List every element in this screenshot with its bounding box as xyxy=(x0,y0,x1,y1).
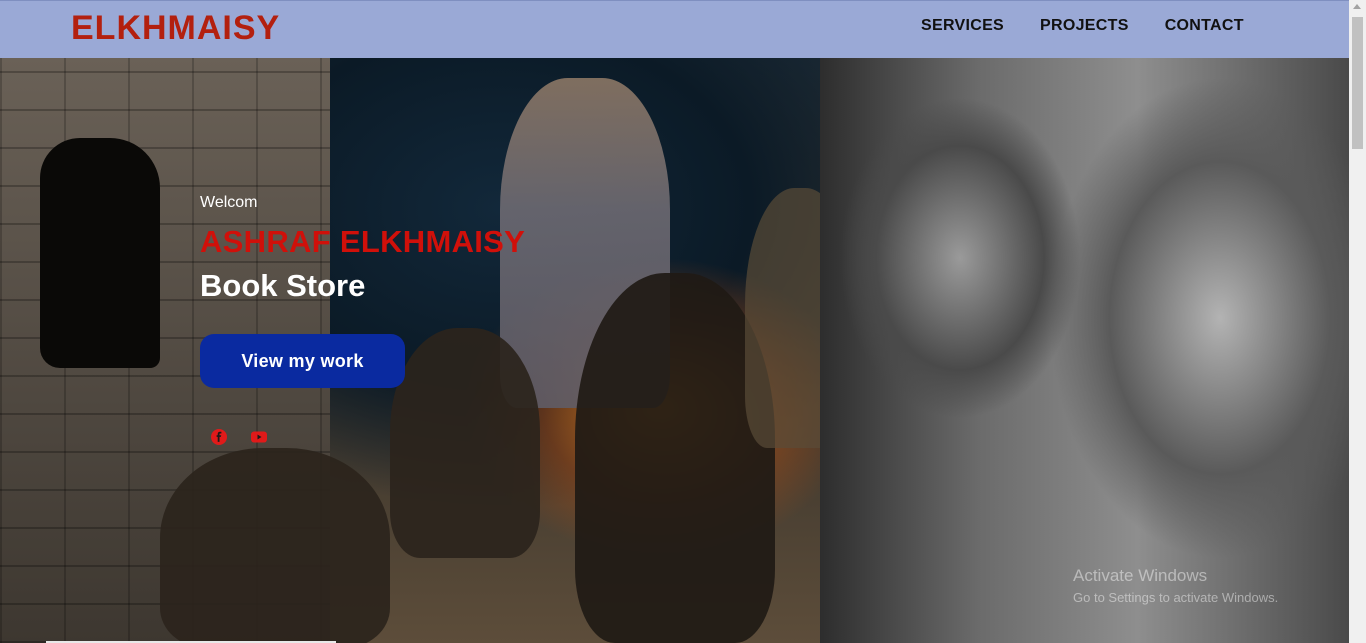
hero-cave-opening xyxy=(40,138,160,368)
watermark-subtitle: Go to Settings to activate Windows. xyxy=(1073,590,1279,605)
social-links xyxy=(210,428,525,446)
nav-links: SERVICES PROJECTS CONTACT xyxy=(921,17,1280,35)
scrollbar-thumb[interactable] xyxy=(1352,17,1363,149)
top-navbar: ELKHMAISY SERVICES PROJECTS CONTACT xyxy=(0,0,1349,58)
hero-section: Welcom ASHRAF ELKHMAISY Book Store View … xyxy=(0,58,1349,643)
nav-contact-link[interactable]: CONTACT xyxy=(1165,17,1244,35)
facebook-icon[interactable] xyxy=(210,428,228,446)
hero-author-portrait xyxy=(820,58,1349,643)
nav-projects-link[interactable]: PROJECTS xyxy=(1040,17,1129,35)
site-logo[interactable]: ELKHMAISY xyxy=(71,9,280,48)
nav-services-link[interactable]: SERVICES xyxy=(921,17,1004,35)
activate-windows-watermark: Activate Windows Go to Settings to activ… xyxy=(1073,566,1278,605)
hero-seated-figure xyxy=(160,448,390,643)
hero-content: Welcom ASHRAF ELKHMAISY Book Store View … xyxy=(200,194,525,446)
vertical-scrollbar[interactable] xyxy=(1349,0,1366,643)
scroll-up-arrow-icon[interactable] xyxy=(1353,4,1361,9)
view-my-work-button[interactable]: View my work xyxy=(200,334,405,388)
hero-welcome-text: Welcom xyxy=(200,194,258,211)
watermark-title: Activate Windows xyxy=(1073,566,1208,585)
hero-subtitle: Book Store xyxy=(200,268,366,303)
youtube-icon[interactable] xyxy=(250,428,268,446)
hero-author-name: ASHRAF ELKHMAISY xyxy=(200,224,526,259)
